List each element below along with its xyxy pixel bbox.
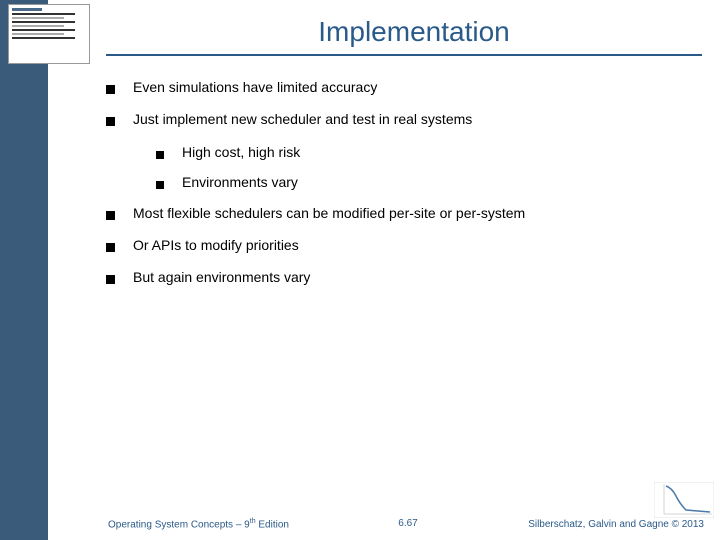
bullet-item: Most flexible schedulers can be modified… bbox=[106, 202, 700, 224]
bullet-text: Just implement new scheduler and test in… bbox=[133, 108, 472, 130]
bullet-square-icon bbox=[106, 243, 115, 252]
footer-left: Operating System Concepts – 9th Edition bbox=[108, 518, 289, 530]
bullet-item: Or APIs to modify priorities bbox=[106, 234, 700, 256]
bullet-item: Environments vary bbox=[156, 171, 700, 193]
bullet-text: Even simulations have limited accuracy bbox=[133, 76, 377, 98]
bullet-item: Just implement new scheduler and test in… bbox=[106, 108, 700, 130]
bullet-item: High cost, high risk bbox=[156, 141, 700, 163]
bullet-text: Environments vary bbox=[182, 171, 298, 193]
bullet-text: Or APIs to modify priorities bbox=[133, 234, 299, 256]
title-underline bbox=[106, 54, 702, 56]
footer-copyright: Silberschatz, Galvin and Gagne © 2013 bbox=[528, 519, 704, 530]
footer-left-suffix: Edition bbox=[256, 519, 289, 530]
bullet-item: But again environments vary bbox=[106, 266, 700, 288]
slide-footer: Operating System Concepts – 9th Edition … bbox=[96, 518, 720, 530]
bullet-square-icon bbox=[106, 85, 115, 94]
slide-title: Implementation bbox=[108, 16, 720, 48]
bullet-text: High cost, high risk bbox=[182, 141, 300, 163]
bullet-list: Even simulations have limited accuracy J… bbox=[106, 76, 700, 289]
bullet-text: Most flexible schedulers can be modified… bbox=[133, 202, 525, 224]
bullet-text: But again environments vary bbox=[133, 266, 310, 288]
bullet-square-icon bbox=[156, 151, 164, 159]
footer-page-number: 6.67 bbox=[398, 518, 417, 529]
bullet-square-icon bbox=[106, 275, 115, 284]
bullet-item: Even simulations have limited accuracy bbox=[106, 76, 700, 98]
footer-left-prefix: Operating System Concepts – 9 bbox=[108, 519, 250, 530]
corner-decorative-chart bbox=[654, 482, 714, 518]
slide-content: Implementation Even simulations have lim… bbox=[48, 0, 720, 540]
left-sidebar bbox=[0, 0, 48, 540]
bullet-square-icon bbox=[106, 211, 115, 220]
bullet-square-icon bbox=[106, 117, 115, 126]
bullet-square-icon bbox=[156, 181, 164, 189]
corner-thumbnail bbox=[8, 4, 90, 64]
nested-list: High cost, high risk Environments vary bbox=[156, 141, 700, 194]
